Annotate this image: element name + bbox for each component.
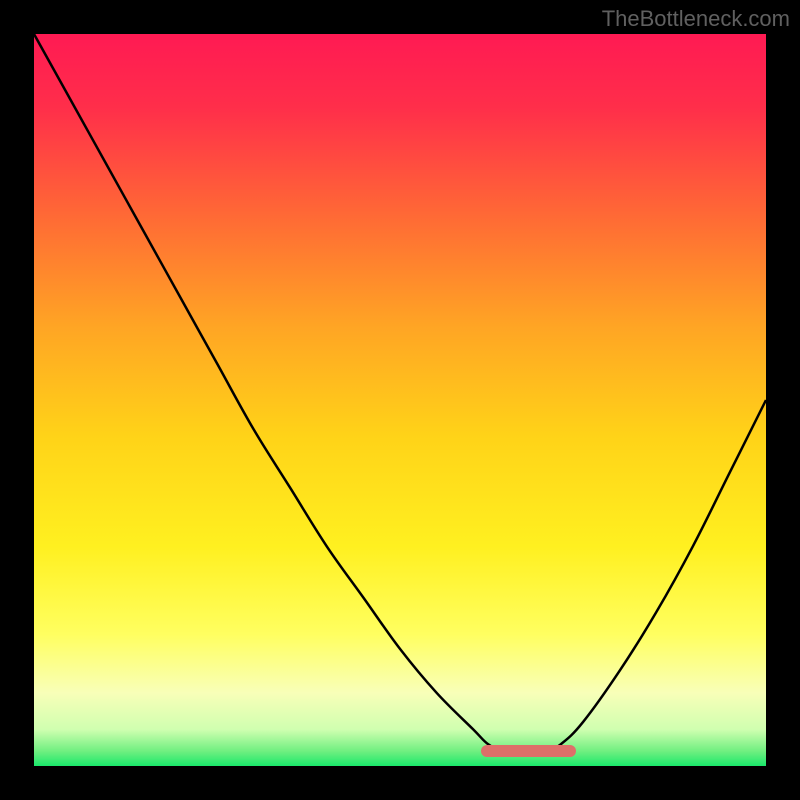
optimal-zone-marker: [481, 745, 576, 757]
chart-area: [34, 34, 766, 766]
bottleneck-curve: [34, 34, 766, 766]
watermark-text: TheBottleneck.com: [602, 6, 790, 32]
